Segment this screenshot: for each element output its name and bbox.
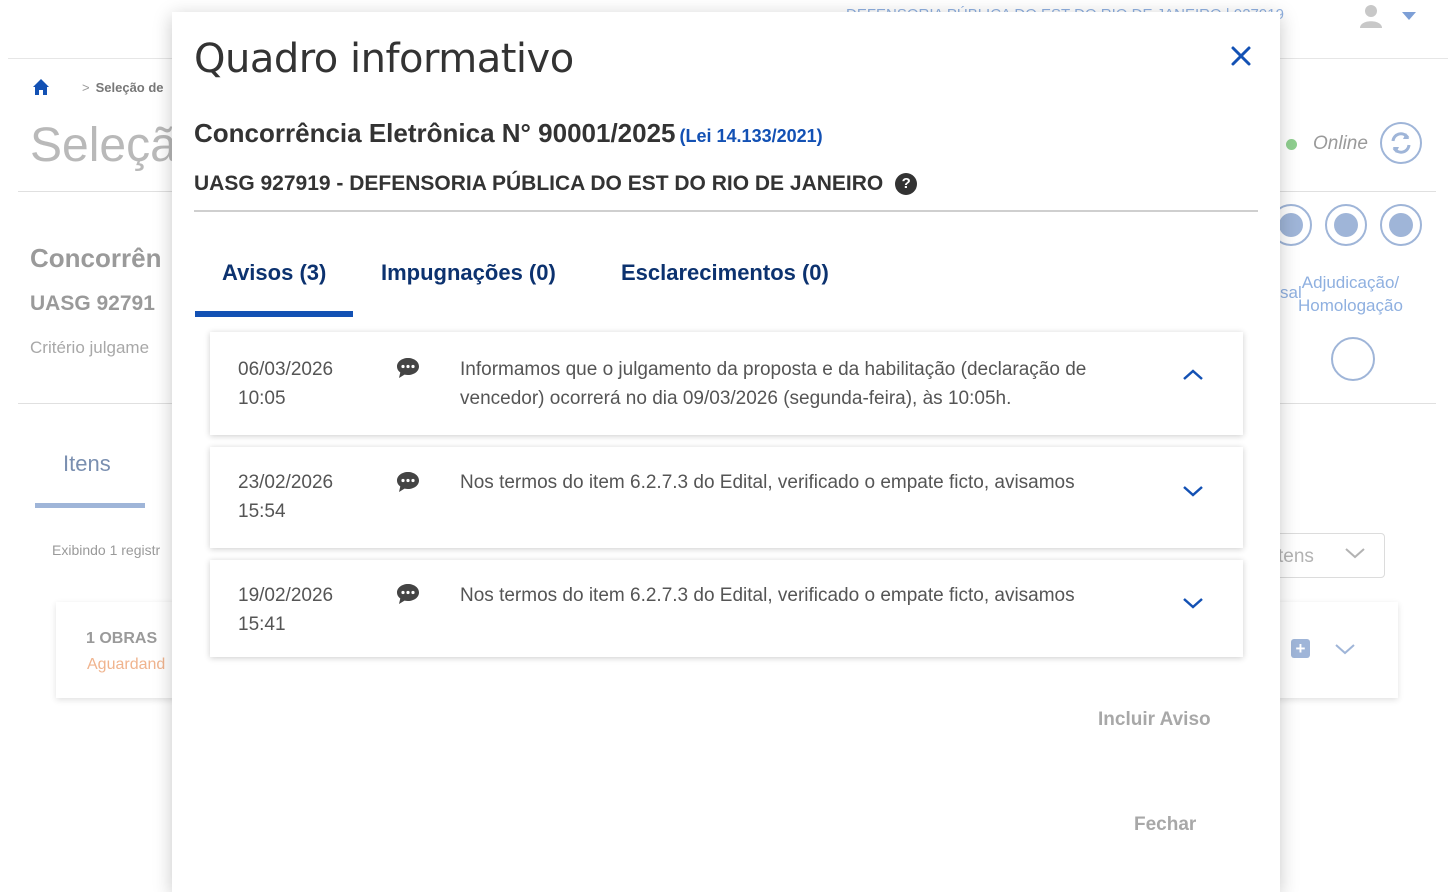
chevron-down-icon: [1345, 548, 1365, 559]
mail-button[interactable]: [1380, 204, 1422, 246]
aviso-time: 15:41: [238, 614, 286, 635]
quadro-informativo-modal: Quadro informativo Concorrência Eletrôni…: [172, 12, 1280, 892]
item-title: 1 OBRAS: [86, 630, 158, 647]
chevron-down-icon[interactable]: [1180, 593, 1206, 613]
online-status-dot-icon: [1286, 139, 1297, 150]
adjudicacao-status-icon: [1331, 337, 1375, 381]
aviso-text: Nos termos do item 6.2.7.3 do Edital, ve…: [460, 585, 1075, 606]
user-icon[interactable]: [1360, 4, 1382, 28]
lei-link[interactable]: (Lei 14.133/2021): [680, 126, 823, 146]
comment-icon: [397, 358, 419, 378]
comment-icon: [397, 584, 419, 604]
refresh-icon: [1391, 132, 1411, 154]
tab-itens-indicator: [35, 503, 145, 508]
clipboard-icon: [1279, 213, 1303, 237]
aviso-date: 19/02/2026: [238, 585, 334, 606]
aviso-text: Nos termos do item 6.2.7.3 do Edital, ve…: [460, 472, 1075, 493]
mail-icon: [1389, 213, 1413, 237]
adjudicacao-line2: Homologação: [1298, 296, 1403, 315]
chevron-right-icon: >: [82, 80, 90, 95]
divider: [194, 210, 1258, 212]
tab-active-indicator: [195, 311, 353, 317]
fechar-button[interactable]: Fechar: [1134, 814, 1196, 836]
aviso-time: 15:54: [238, 501, 286, 522]
bg-concorrencia-title: Concorrên: [30, 243, 162, 273]
chevron-down-icon[interactable]: [1334, 640, 1356, 658]
bg-uasg-title: UASG 92791: [30, 292, 155, 315]
uasg-title: UASG 927919 - DEFENSORIA PÚBLICA DO EST …: [194, 172, 918, 196]
breadcrumb-item[interactable]: Seleção de: [96, 80, 164, 95]
close-icon[interactable]: [1228, 43, 1254, 69]
adjudicacao-link[interactable]: Adjudicação/ Homologação: [1298, 271, 1403, 317]
adjudicacao-line1: Adjudicação/: [1301, 273, 1400, 292]
concorrencia-number: Concorrência Eletrônica N° 90001/2025: [194, 118, 676, 148]
item-status: Aguardand: [87, 656, 166, 673]
modal-title: Quadro informativo: [194, 36, 574, 82]
tab-avisos[interactable]: Avisos (3): [222, 260, 326, 286]
records-count: Exibindo 1 registr: [52, 542, 161, 558]
aviso-time: 10:05: [238, 388, 286, 409]
aviso-datetime: 19/02/2026 15:41: [238, 581, 333, 639]
info-icon: [1334, 213, 1358, 237]
aviso-datetime: 06/03/2026 10:05: [238, 355, 333, 413]
aviso-datetime: 23/02/2026 15:54: [238, 468, 333, 526]
aviso-text: Informamos que o julgamento da proposta …: [460, 359, 1087, 409]
refresh-button[interactable]: [1380, 122, 1422, 164]
tab-esclarecimentos[interactable]: Esclarecimentos (0): [621, 260, 829, 286]
home-icon[interactable]: [32, 78, 50, 96]
user-menu-caret-icon[interactable]: [1402, 12, 1416, 20]
bg-criterio-text: Critério julgame: [30, 338, 150, 357]
aviso-item[interactable]: 23/02/2026 15:54 Nos termos do item 6.2.…: [210, 447, 1243, 548]
incluir-aviso-button[interactable]: Incluir Aviso: [1098, 709, 1211, 731]
help-icon[interactable]: ?: [895, 173, 918, 195]
add-icon[interactable]: +: [1291, 639, 1310, 658]
aviso-item[interactable]: 06/03/2026 10:05 Informamos que o julgam…: [210, 332, 1243, 435]
chevron-up-icon[interactable]: [1180, 365, 1206, 385]
concorrencia-title: Concorrência Eletrônica N° 90001/2025 (Le…: [194, 118, 823, 149]
chevron-down-icon[interactable]: [1180, 481, 1206, 501]
comment-icon: [397, 472, 419, 492]
tab-impugnacoes[interactable]: Impugnações (0): [381, 260, 556, 286]
info-button[interactable]: [1325, 204, 1367, 246]
tab-itens[interactable]: Itens: [63, 451, 111, 477]
online-status: Online: [1313, 133, 1368, 154]
uasg-text: UASG 927919 - DEFENSORIA PÚBLICA DO EST …: [194, 172, 884, 195]
breadcrumb[interactable]: > Seleção de: [82, 80, 164, 95]
items-filter-value: tens: [1278, 546, 1314, 567]
aviso-item[interactable]: 19/02/2026 15:41 Nos termos do item 6.2.…: [210, 560, 1243, 657]
aviso-date: 23/02/2026: [238, 472, 334, 493]
page-title: Seleçã: [30, 119, 177, 172]
aviso-date: 06/03/2026: [238, 359, 334, 380]
